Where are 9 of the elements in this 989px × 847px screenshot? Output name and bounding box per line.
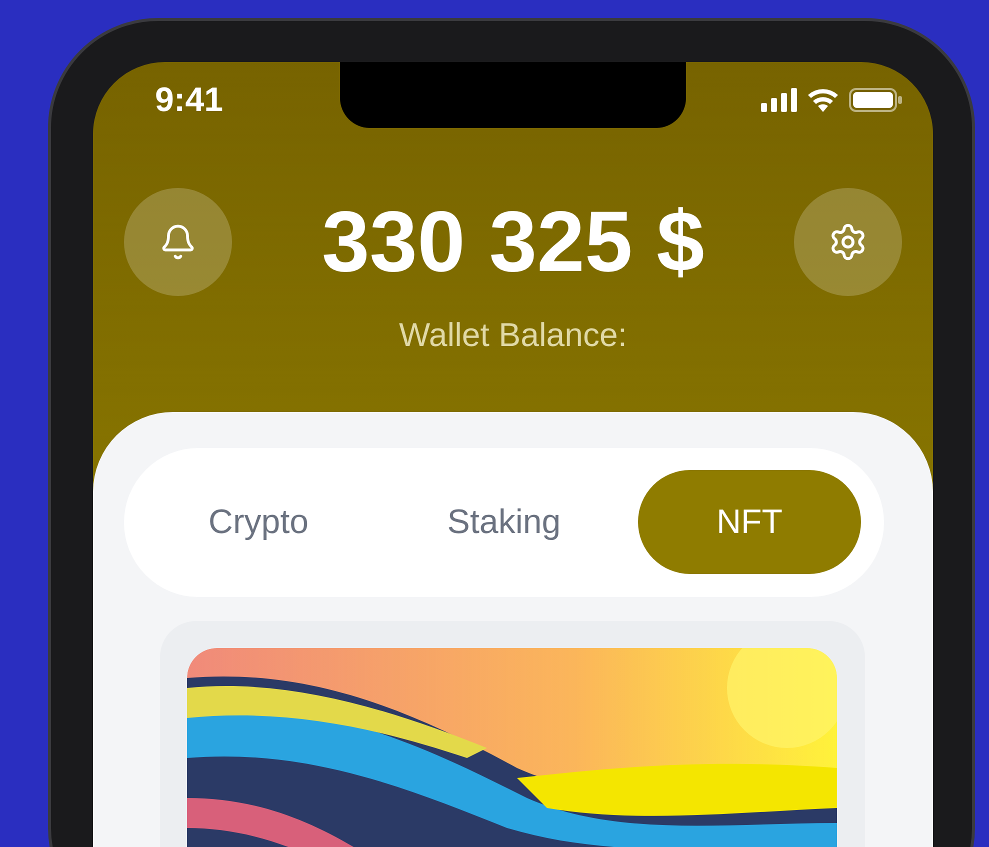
- tab[interactable]: NFT: [638, 470, 861, 574]
- battery-icon: [849, 88, 903, 112]
- tab[interactable]: Crypto: [147, 470, 370, 574]
- wifi-icon: [807, 88, 839, 112]
- status-time: 9:41: [155, 80, 224, 120]
- balance-label: Wallet Balance:: [398, 315, 628, 355]
- balance-amount: 330 325 $: [322, 199, 704, 285]
- tab[interactable]: Staking: [392, 470, 616, 574]
- signal-icon: [761, 88, 797, 112]
